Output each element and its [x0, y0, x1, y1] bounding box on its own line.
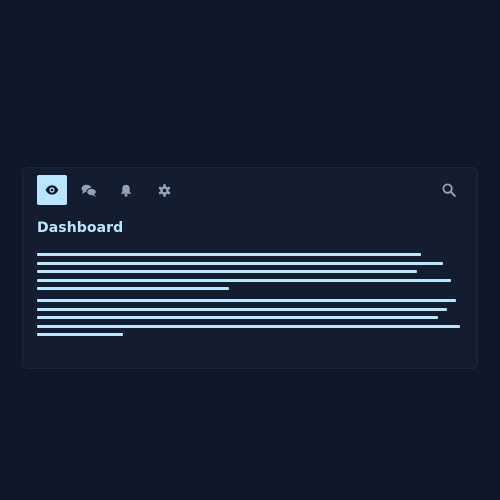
- toolbar: [37, 175, 463, 205]
- paragraph: [37, 299, 460, 336]
- gear-icon: [158, 183, 170, 197]
- text-line: [37, 324, 460, 328]
- text-line: [37, 333, 123, 336]
- eye-button[interactable]: [37, 175, 67, 205]
- page-title: Dashboard: [37, 220, 124, 236]
- text-line: [37, 261, 443, 265]
- text-line: [37, 299, 456, 302]
- text-line: [37, 278, 451, 282]
- chat-icon: [81, 184, 97, 197]
- chat-button[interactable]: [74, 175, 104, 205]
- search-icon: [442, 183, 456, 197]
- text-line: [37, 287, 229, 290]
- eye-icon: [45, 185, 59, 195]
- text-placeholder: [37, 253, 460, 345]
- bell-icon: [120, 184, 132, 197]
- settings-button[interactable]: [149, 175, 179, 205]
- text-line: [37, 316, 438, 319]
- notifications-button[interactable]: [111, 175, 141, 205]
- paragraph: [37, 253, 460, 290]
- text-line: [37, 307, 447, 311]
- text-line: [37, 253, 421, 256]
- text-line: [37, 270, 417, 273]
- search-button[interactable]: [434, 175, 464, 205]
- dashboard-card: Dashboard: [22, 167, 478, 369]
